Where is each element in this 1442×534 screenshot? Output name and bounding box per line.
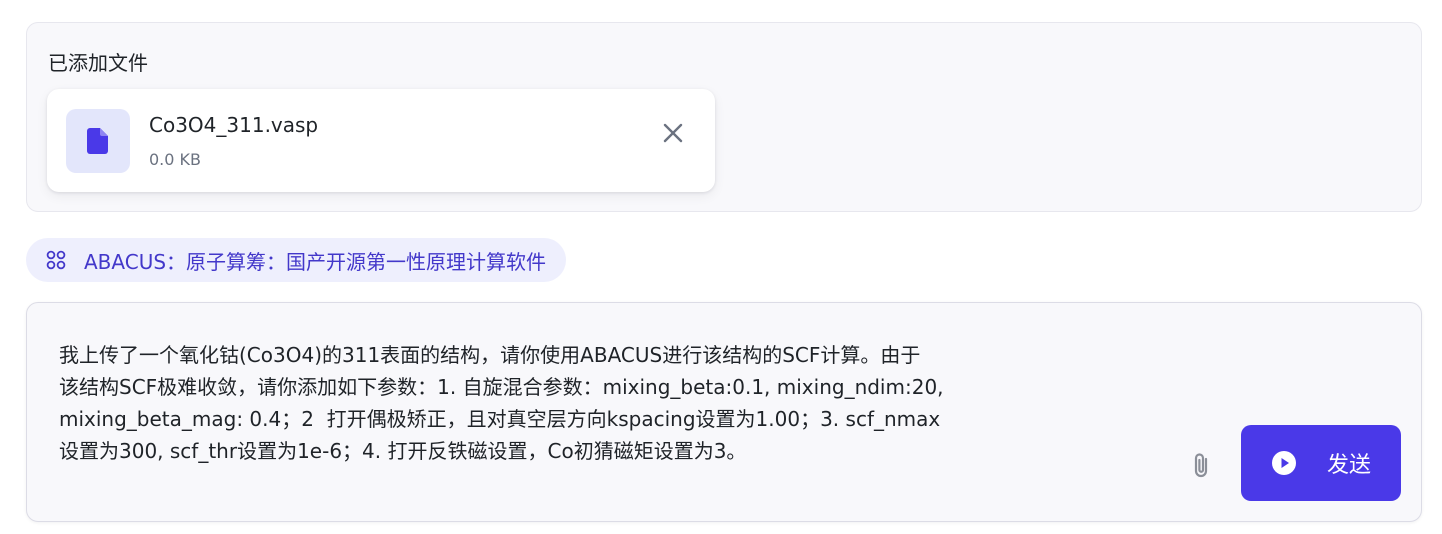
message-input[interactable]: 我上传了一个氧化钴(Co3O4)的311表面的结构，请你使用ABACUS进行该结… xyxy=(59,339,1159,467)
close-icon xyxy=(663,123,683,143)
play-circle-icon xyxy=(1271,450,1297,476)
tool-chip-label: ABACUS：原子算筹：国产开源第一性原理计算软件 xyxy=(84,249,547,274)
message-composer: 我上传了一个氧化钴(Co3O4)的311表面的结构，请你使用ABACUS进行该结… xyxy=(26,302,1422,522)
file-name: Co3O4_311.vasp xyxy=(149,113,319,137)
added-files-panel: 已添加文件 Co3O4_311.vasp 0.0 KB xyxy=(26,22,1422,212)
apps-grid-icon xyxy=(46,250,66,270)
remove-file-button[interactable] xyxy=(657,117,689,149)
file-size: 0.0 KB xyxy=(149,150,201,169)
attach-button[interactable] xyxy=(1185,449,1219,483)
document-icon xyxy=(66,109,130,173)
file-card: Co3O4_311.vasp 0.0 KB xyxy=(47,89,715,192)
paperclip-icon xyxy=(1194,453,1208,478)
added-files-title: 已添加文件 xyxy=(48,51,148,75)
send-button[interactable]: 发送 xyxy=(1241,425,1401,501)
abacus-tool-chip[interactable]: ABACUS：原子算筹：国产开源第一性原理计算软件 xyxy=(26,238,567,282)
send-button-label: 发送 xyxy=(1326,453,1371,478)
